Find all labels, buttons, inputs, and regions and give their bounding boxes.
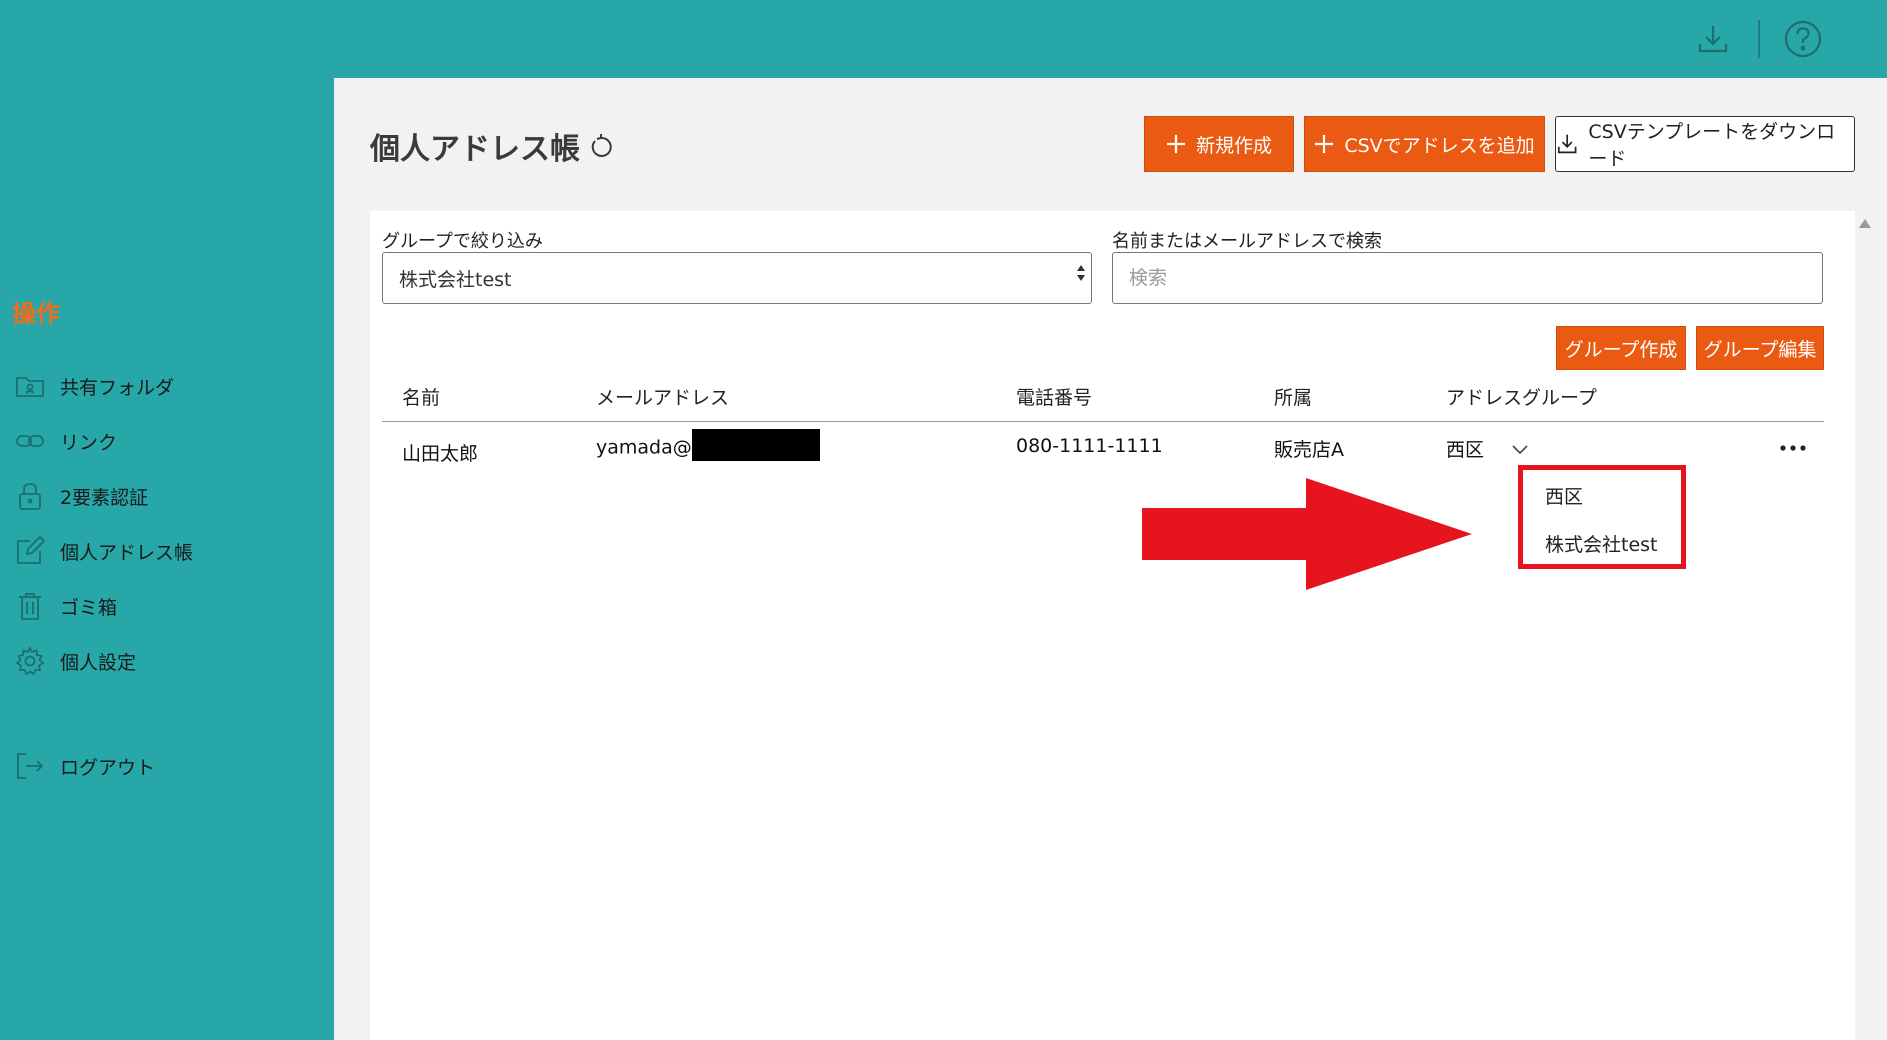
chevron-down-icon[interactable] [1507, 441, 1533, 459]
redacted-block [691, 429, 820, 461]
sidebar-item-settings[interactable]: 個人設定 [14, 643, 136, 679]
sidebar-item-label: リンク [60, 431, 118, 454]
cell-affiliation: 販売店A [1274, 439, 1344, 461]
csv-add-button[interactable]: CSVでアドレスを追加 [1304, 116, 1545, 172]
sidebar-item-label: ゴミ箱 [60, 596, 118, 619]
reload-icon[interactable] [586, 131, 616, 161]
logout-icon [17, 753, 44, 779]
sidebar-item-label: 共有フォルダ [60, 376, 175, 399]
dropdown-option[interactable]: 株式会社test [1545, 530, 1658, 557]
sidebar-item-label: ログアウト [60, 756, 156, 779]
new-button-label: 新規作成 [1195, 134, 1272, 157]
column-header-email: メールアドレス [596, 387, 730, 409]
sidebar-item-logout[interactable]: ログアウト [14, 748, 155, 784]
search-label: 名前またはメールアドレスで検索 [1112, 231, 1382, 252]
column-header-phone: 電話番号 [1016, 387, 1093, 409]
trash-icon [19, 593, 41, 620]
lock-icon [19, 483, 41, 510]
dropdown-option[interactable]: 西区 [1545, 482, 1583, 509]
csv-template-download-button[interactable]: CSVテンプレートをダウンロード [1555, 116, 1855, 172]
folder-user-icon [16, 377, 44, 397]
download-icon[interactable] [1692, 18, 1734, 60]
edit-icon [17, 535, 46, 564]
group-filter-value: 株式会社test [399, 268, 512, 291]
sidebar-item-label: 個人アドレス帳 [60, 541, 194, 564]
csv-template-button-label: CSVテンプレートをダウンロード [1588, 121, 1836, 170]
help-icon[interactable] [1782, 18, 1824, 60]
column-header-affiliation: 所属 [1274, 387, 1313, 409]
group-filter-label: グループで絞り込み [382, 231, 543, 252]
page-title-text: 個人アドレス帳 [370, 132, 580, 167]
download-icon [1557, 134, 1577, 154]
sidebar-item-shared-folder[interactable]: 共有フォルダ [14, 368, 174, 404]
more-options-icon[interactable] [1775, 435, 1811, 461]
group-create-button[interactable]: グループ作成 [1556, 326, 1686, 370]
red-arrow-annotation [1142, 478, 1472, 590]
cell-phone: 080-1111-1111 [1016, 435, 1163, 457]
sidebar-item-link[interactable]: リンク [14, 423, 117, 459]
column-header-address-group: アドレスグループ [1446, 387, 1597, 409]
search-input[interactable] [1112, 252, 1823, 304]
group-filter-select[interactable]: 株式会社test [382, 252, 1092, 304]
top-divider [1758, 20, 1760, 58]
sidebar-item-address-book[interactable]: 個人アドレス帳 [14, 533, 193, 569]
plus-icon [1166, 135, 1185, 153]
page-title: 個人アドレス帳 [370, 124, 616, 168]
sidebar: 操作 共有フォルダ リンク 2要素認証 個人アドレス帳 ゴミ箱 個人設定 ログア… [0, 78, 334, 1040]
new-button[interactable]: 新規作成 [1144, 116, 1294, 172]
top-bar [0, 0, 1887, 78]
column-header-name: 名前 [402, 387, 441, 409]
sidebar-item-label: 2要素認証 [60, 486, 149, 509]
main-content: 個人アドレス帳 新規作成 CSVでアドレスを追加 CSVテンプレートをダウンロー… [334, 78, 1887, 1040]
email-prefix: yamada@ [596, 436, 692, 459]
link-icon [16, 435, 44, 447]
cell-address-group: 西区 [1446, 439, 1485, 461]
group-edit-button[interactable]: グループ編集 [1696, 326, 1824, 370]
address-group-dropdown: 西区 株式会社test [1518, 465, 1686, 569]
scroll-up-arrow[interactable] [1859, 219, 1871, 228]
plus-icon [1315, 135, 1334, 153]
sidebar-item-label: 個人設定 [60, 651, 137, 674]
sidebar-item-2fa[interactable]: 2要素認証 [14, 478, 148, 514]
gear-icon [15, 645, 45, 676]
cell-name: 山田太郎 [402, 443, 479, 465]
address-panel: グループで絞り込み 株式会社test 名前またはメールアドレスで検索 グループ作… [370, 211, 1871, 1040]
table-header-divider [382, 421, 1824, 422]
sidebar-item-trash[interactable]: ゴミ箱 [14, 588, 117, 624]
csv-add-button-label: CSVでアドレスを追加 [1344, 134, 1535, 157]
cell-email: yamada@ [596, 429, 820, 461]
sidebar-heading: 操作 [12, 300, 60, 328]
select-arrows-icon [1077, 265, 1085, 281]
